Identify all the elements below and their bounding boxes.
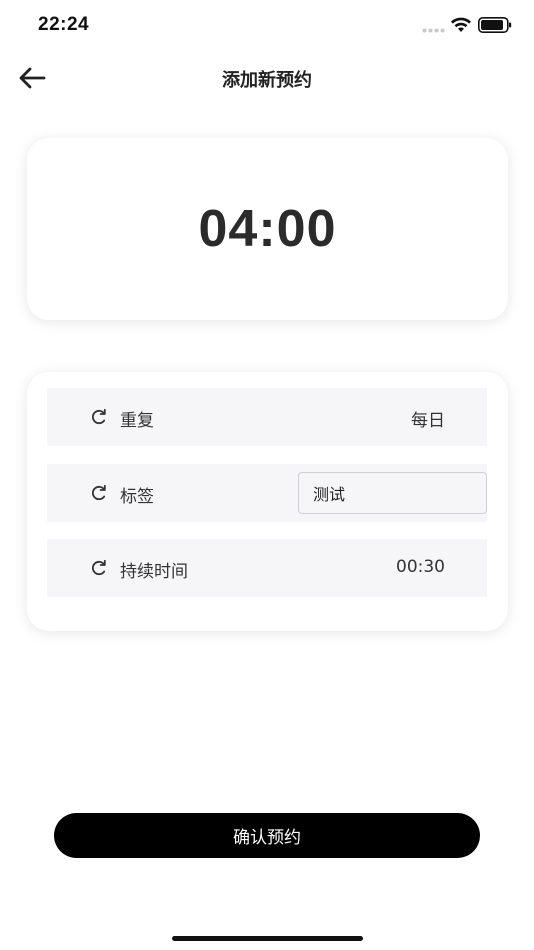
duration-value: 00:30 — [396, 557, 445, 577]
status-bar: 22:24 — [0, 0, 534, 50]
refresh-icon — [91, 559, 106, 576]
time-picker-card[interactable]: 04:00 — [27, 138, 508, 320]
battery-icon — [478, 17, 512, 33]
header: 添加新预约 — [0, 52, 534, 104]
repeat-row[interactable]: 重复 每日 — [47, 388, 487, 446]
repeat-label: 重复 — [120, 411, 154, 431]
status-time: 22:24 — [38, 14, 90, 35]
screen: 22:24 添加新预约 04:00 重复 每日 标签 测试 持续时间 00:30… — [0, 0, 534, 950]
tag-row: 标签 — [47, 464, 487, 522]
repeat-value: 每日 — [411, 411, 445, 431]
time-display: 04:00 — [198, 200, 337, 258]
confirm-button[interactable]: 确认预约 — [54, 813, 480, 858]
refresh-icon — [91, 484, 106, 501]
home-indicator — [172, 936, 363, 941]
settings-card: 重复 每日 标签 持续时间 00:30 — [27, 372, 508, 631]
refresh-icon — [91, 408, 106, 425]
duration-row[interactable]: 持续时间 00:30 — [47, 539, 487, 597]
duration-label: 持续时间 — [120, 562, 188, 582]
page-title: 添加新预约 — [222, 70, 312, 91]
tag-input[interactable] — [298, 472, 487, 514]
tag-label: 标签 — [120, 487, 154, 507]
signal-icon — [422, 28, 445, 33]
wifi-icon — [451, 17, 471, 32]
